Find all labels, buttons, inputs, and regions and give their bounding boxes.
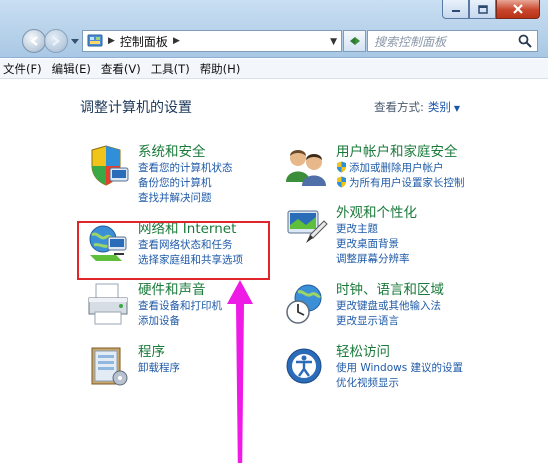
category-texts: 程序 卸载程序 bbox=[138, 344, 180, 376]
menu-help[interactable]: 帮助(H) bbox=[200, 61, 241, 77]
category-texts: 系统和安全 查看您的计算机状态 备份您的计算机 查找并解决问题 bbox=[138, 144, 233, 206]
users-icon[interactable] bbox=[284, 144, 328, 188]
breadcrumb-separator-icon[interactable]: ▶ bbox=[173, 36, 180, 46]
breadcrumb-separator-icon[interactable]: ▶ bbox=[108, 36, 115, 46]
view-by-label: 查看方式: bbox=[374, 100, 424, 114]
search-box[interactable]: 搜索控制面板 bbox=[367, 30, 538, 52]
menu-view[interactable]: 查看(V) bbox=[101, 61, 141, 77]
category-texts: 时钟、语言和区域 更改键盘或其他输入法 更改显示语言 bbox=[336, 282, 444, 329]
category-link[interactable]: 查看您的计算机状态 bbox=[138, 161, 233, 176]
maximize-icon bbox=[477, 4, 488, 14]
page-title: 调整计算机的设置 bbox=[80, 100, 192, 116]
window-controls bbox=[442, 0, 540, 20]
category-texts: 用户帐户和家庭安全 添加或删除用户帐户 为所有用户设置家长控制 bbox=[336, 144, 465, 191]
shield-computer-icon[interactable] bbox=[86, 144, 130, 188]
control-panel-content: 调整计算机的设置 查看方式: 类别 ▼ 系统和安全 查看您的计算机状态 备份您的计算… bbox=[0, 80, 548, 463]
minimize-button[interactable] bbox=[442, 0, 469, 19]
category-link[interactable]: 备份您的计算机 bbox=[138, 176, 233, 191]
close-button[interactable] bbox=[496, 0, 540, 19]
highlight-box bbox=[77, 221, 270, 280]
category-title[interactable]: 时钟、语言和区域 bbox=[336, 282, 444, 299]
category-title[interactable]: 轻松访问 bbox=[336, 344, 463, 361]
category-link[interactable]: 优化视频显示 bbox=[336, 376, 463, 391]
programs-icon[interactable] bbox=[86, 344, 130, 388]
refresh-button[interactable] bbox=[343, 30, 366, 52]
address-dropdown-icon[interactable]: ▼ bbox=[330, 37, 337, 47]
category-link[interactable]: 为所有用户设置家长控制 bbox=[336, 176, 465, 191]
category-link[interactable]: 使用 Windows 建议的设置 bbox=[336, 361, 463, 376]
search-icon[interactable] bbox=[517, 33, 533, 49]
back-button[interactable] bbox=[22, 29, 46, 53]
category-link[interactable]: 查看设备和打印机 bbox=[138, 299, 222, 314]
category-link[interactable]: 查找并解决问题 bbox=[138, 191, 233, 206]
category-title[interactable]: 系统和安全 bbox=[138, 144, 233, 161]
category-texts: 硬件和声音 查看设备和打印机 添加设备 bbox=[138, 282, 222, 329]
close-icon bbox=[513, 4, 523, 14]
category-title[interactable]: 程序 bbox=[138, 344, 180, 361]
maximize-button[interactable] bbox=[469, 0, 496, 19]
menu-edit[interactable]: 编辑(E) bbox=[52, 61, 91, 77]
category-link[interactable]: 添加或删除用户帐户 bbox=[336, 161, 465, 176]
chevron-down-icon[interactable]: ▼ bbox=[454, 104, 460, 113]
category-link[interactable]: 更改键盘或其他输入法 bbox=[336, 299, 444, 314]
forward-button[interactable] bbox=[44, 29, 68, 53]
category-link[interactable]: 更改主题 bbox=[336, 222, 417, 237]
address-bar[interactable]: ▶ 控制面板 ▶ ▼ bbox=[82, 30, 342, 52]
category-link[interactable]: 调整屏幕分辨率 bbox=[336, 252, 417, 267]
category-texts: 外观和个性化 更改主题 更改桌面背景 调整屏幕分辨率 bbox=[336, 205, 417, 267]
control-panel-icon bbox=[87, 34, 103, 47]
clock-globe-icon[interactable] bbox=[284, 282, 328, 326]
view-by: 查看方式: 类别 ▼ bbox=[374, 99, 460, 115]
minimize-icon bbox=[451, 10, 460, 12]
ease-of-access-icon[interactable] bbox=[284, 344, 328, 388]
category-title[interactable]: 外观和个性化 bbox=[336, 205, 417, 222]
breadcrumb-control-panel[interactable]: 控制面板 bbox=[120, 33, 168, 50]
category-link-label: 添加或删除用户帐户 bbox=[349, 162, 444, 174]
category-link[interactable]: 更改显示语言 bbox=[336, 314, 444, 329]
arrow-right-icon bbox=[52, 36, 60, 46]
search-placeholder[interactable]: 搜索控制面板 bbox=[374, 33, 517, 50]
menu-tools[interactable]: 工具(T) bbox=[151, 61, 190, 77]
category-title[interactable]: 用户帐户和家庭安全 bbox=[336, 144, 465, 161]
uac-shield-icon bbox=[337, 176, 346, 188]
appearance-icon[interactable] bbox=[284, 205, 328, 249]
menu-bar: 文件(F) 编辑(E) 查看(V) 工具(T) 帮助(H) bbox=[0, 59, 548, 79]
category-link[interactable]: 更改桌面背景 bbox=[336, 237, 417, 252]
category-title[interactable]: 硬件和声音 bbox=[138, 282, 222, 299]
recent-pages-dropdown[interactable] bbox=[71, 37, 79, 45]
title-bar: ▶ 控制面板 ▶ ▼ 搜索控制面板 bbox=[0, 0, 548, 58]
category-link[interactable]: 添加设备 bbox=[138, 314, 222, 329]
uac-shield-icon bbox=[337, 161, 346, 173]
view-by-dropdown[interactable]: 类别 bbox=[428, 100, 451, 114]
menu-file[interactable]: 文件(F) bbox=[3, 61, 42, 77]
printer-icon[interactable] bbox=[86, 282, 130, 326]
category-link[interactable]: 卸载程序 bbox=[138, 361, 180, 376]
category-texts: 轻松访问 使用 Windows 建议的设置 优化视频显示 bbox=[336, 344, 463, 391]
category-link-label: 为所有用户设置家长控制 bbox=[349, 177, 465, 189]
refresh-icon bbox=[349, 37, 360, 45]
arrow-left-icon bbox=[30, 36, 38, 46]
annotation-arrow-icon bbox=[227, 280, 253, 463]
